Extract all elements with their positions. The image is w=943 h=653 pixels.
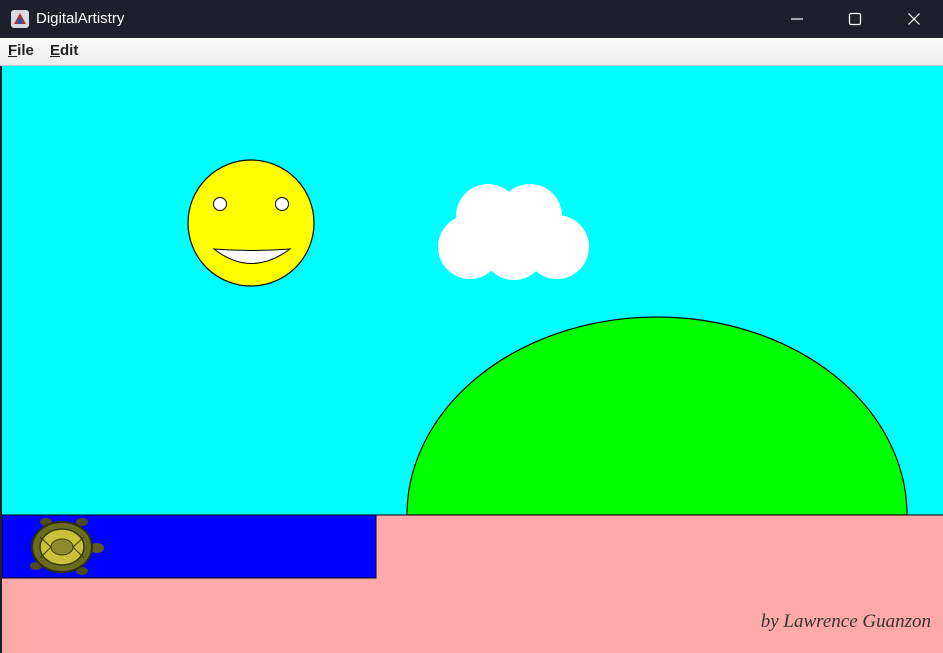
drawing-canvas: by Lawrence Guanzon [2,66,943,653]
maximize-button[interactable] [826,0,884,38]
menu-file[interactable]: File [8,42,34,60]
close-icon [908,13,920,25]
close-button[interactable] [885,0,943,38]
sun-face [187,159,315,287]
artist-signature: by Lawrence Guanzon [760,611,931,632]
maximize-icon [848,12,862,26]
minimize-button[interactable] [768,0,826,38]
minimize-icon [791,18,803,20]
window-title: DigitalArtistry [36,10,125,27]
scene-drawing [2,66,943,653]
left-eye [213,197,227,211]
title-bar[interactable]: DigitalArtistry [0,0,943,38]
java-app-icon [11,10,29,28]
right-eye [275,197,289,211]
sun-smiley [187,159,315,287]
app-window: DigitalArtistry File Edit by Lawrence Gu… [0,0,943,653]
menu-bar: File Edit [0,38,943,66]
menu-edit[interactable]: Edit [50,42,78,60]
